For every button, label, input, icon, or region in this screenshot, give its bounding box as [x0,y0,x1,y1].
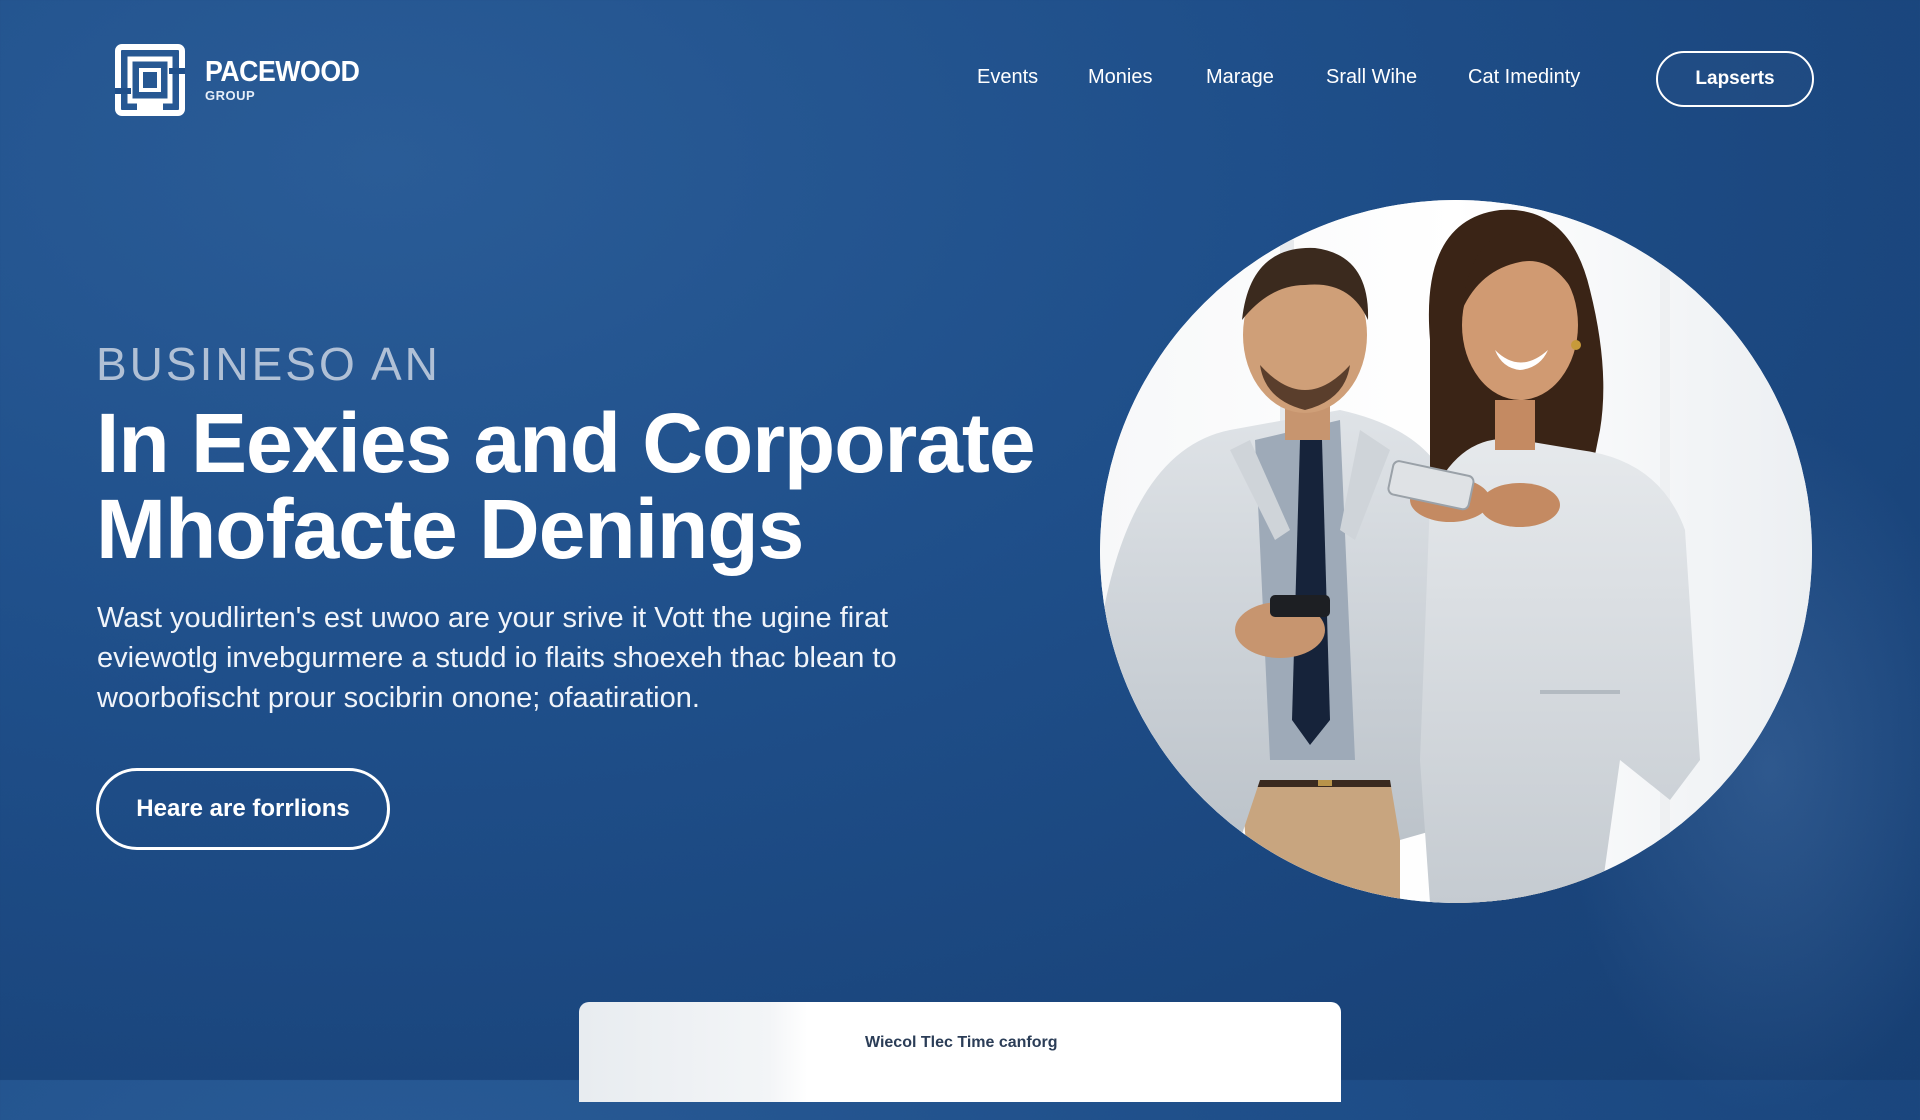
nav-item-cat-imedinty[interactable]: Cat Imedinty [1468,66,1580,89]
nav-item-marage[interactable]: Marage [1206,66,1274,89]
hero-description-line-3: woorbofischt prour socibrin onone; ofaat… [97,682,700,714]
brand-subtitle: GROUP [205,88,256,103]
bottom-card-text: Wiecol Tlec Time canforg [865,1034,1058,1051]
bottom-card [579,1002,1341,1102]
hero-photo [1100,200,1812,903]
hero-description-line-1: Wast youdlirten's est uwoo are your sriv… [97,602,889,634]
hero-headline: In Eexies and Corporate Mhofacte Denings [96,400,1046,572]
hero-headline-line-1: In Eexies and Corporate [96,396,1036,490]
nav-cta-button[interactable]: Lapserts [1656,51,1814,107]
square-maze-logo-icon [115,44,185,116]
brand-wordmark: PACEWOOD GROUP [205,56,373,103]
hero-description-line-2: eviewotlg invebgurmere a studd io flaits… [97,642,897,674]
nav-item-monies[interactable]: Monies [1088,66,1152,89]
hero-description: Wast youdlirten's est uwoo are your sriv… [97,598,957,718]
nav-item-srall-wihe[interactable]: Srall Wihe [1326,66,1417,89]
brand-name: PACEWOOD [205,56,360,88]
hero-cta-button[interactable]: Heare are forrlions [96,768,390,850]
hero-eyebrow: BUSINESO AN [96,338,441,390]
nav-item-events[interactable]: Events [977,66,1038,89]
hero-headline-line-2: Mhofacte Denings [96,482,804,576]
brand-logo[interactable]: PACEWOOD GROUP [115,44,373,116]
